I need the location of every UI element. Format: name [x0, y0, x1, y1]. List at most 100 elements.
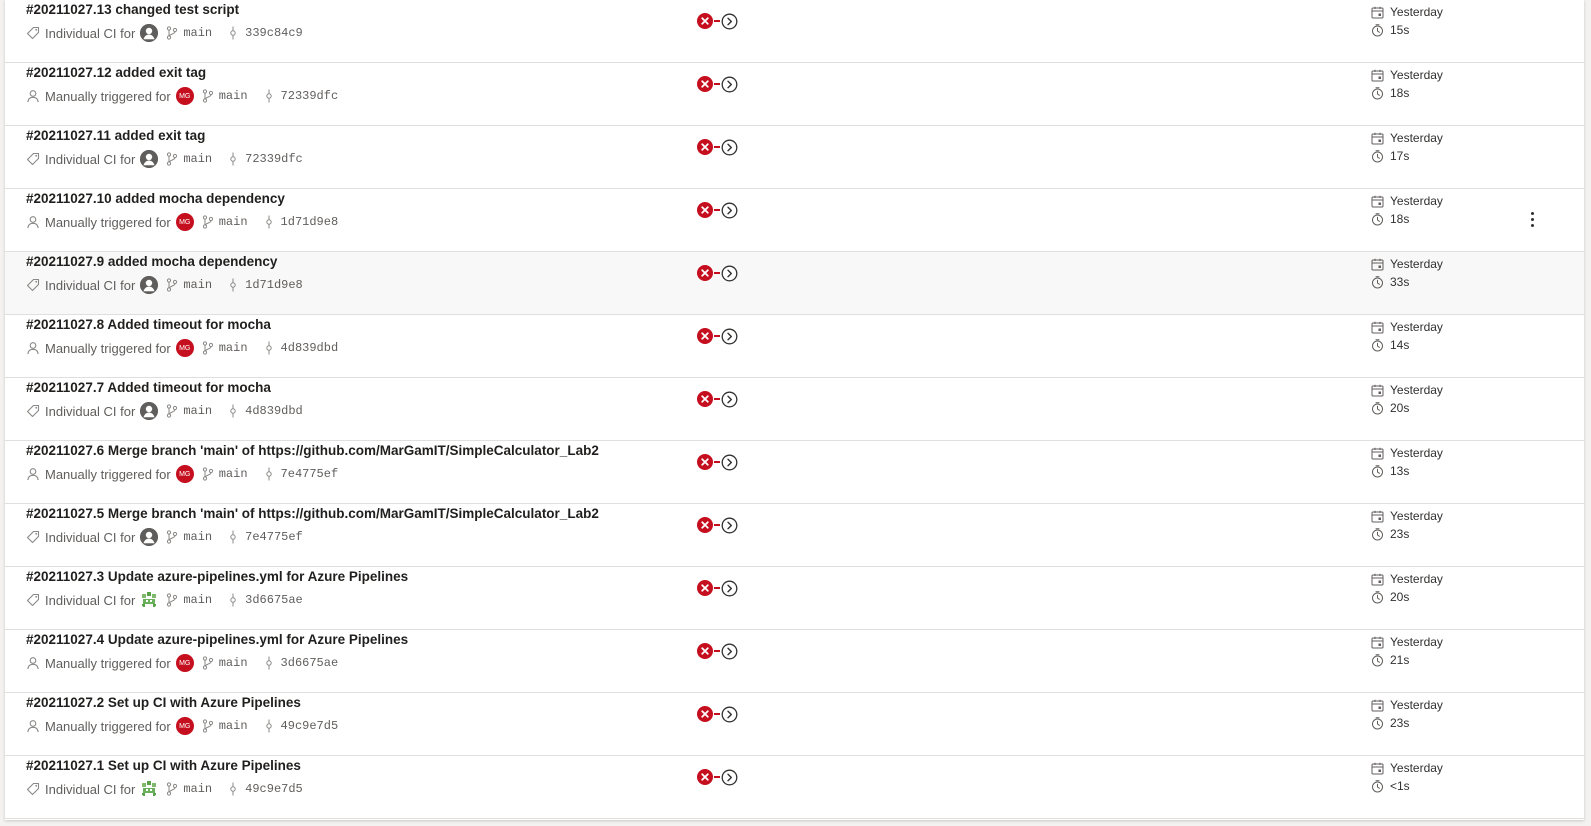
stage-status[interactable] [697, 200, 738, 220]
avatar[interactable] [140, 150, 159, 168]
branch-name[interactable]: main [219, 215, 248, 229]
commit-hash[interactable]: 3d6675ae [281, 656, 339, 670]
branch-name[interactable]: main [183, 593, 212, 607]
run-row[interactable]: #20211027.9 added mocha dependency Indivi… [5, 252, 1584, 315]
branch-name[interactable]: main [183, 782, 212, 796]
stage-status[interactable] [697, 452, 738, 472]
failed-icon[interactable] [697, 454, 713, 470]
avatar[interactable]: MG [175, 717, 194, 735]
next-stage-icon[interactable] [721, 13, 738, 30]
next-stage-icon[interactable] [721, 580, 738, 597]
avatar[interactable] [140, 402, 159, 420]
commit-hash[interactable]: 1d71d9e8 [281, 215, 339, 229]
stage-status[interactable] [697, 578, 738, 598]
failed-icon[interactable] [697, 580, 713, 596]
failed-icon[interactable] [697, 13, 713, 29]
run-row[interactable]: #20211027.7 Added timeout for mocha Indiv… [5, 378, 1584, 441]
avatar[interactable] [140, 780, 159, 798]
run-row[interactable]: #20211027.1 Set up CI with Azure Pipelin… [5, 756, 1584, 819]
run-title[interactable]: #20211027.12 added exit tag [26, 65, 206, 80]
stage-status[interactable] [697, 641, 738, 661]
failed-icon[interactable] [697, 265, 713, 281]
run-title[interactable]: #20211027.4 Update azure-pipelines.yml f… [26, 632, 408, 647]
avatar[interactable]: MG [175, 654, 194, 672]
stage-status[interactable] [697, 704, 738, 724]
failed-icon[interactable] [697, 517, 713, 533]
run-row[interactable]: #20211027.12 added exit tag Manually trig… [5, 63, 1584, 126]
commit-hash[interactable]: 72339dfc [281, 89, 339, 103]
next-stage-icon[interactable] [721, 202, 738, 219]
run-title[interactable]: #20211027.13 changed test script [26, 2, 239, 17]
run-row[interactable]: #20211027.5 Merge branch 'main' of https… [5, 504, 1584, 567]
stage-status[interactable] [697, 326, 738, 346]
branch-name[interactable]: main [219, 719, 248, 733]
failed-icon[interactable] [697, 139, 713, 155]
stage-status[interactable] [697, 263, 738, 283]
failed-icon[interactable] [697, 328, 713, 344]
branch-name[interactable]: main [183, 530, 212, 544]
branch-name[interactable]: main [183, 152, 212, 166]
next-stage-icon[interactable] [721, 328, 738, 345]
run-row[interactable]: #20211027.10 added mocha dependency Manua… [5, 189, 1584, 252]
run-title[interactable]: #20211027.10 added mocha dependency [26, 191, 285, 206]
branch-name[interactable]: main [219, 467, 248, 481]
run-row[interactable]: #20211027.8 Added timeout for mocha Manua… [5, 315, 1584, 378]
commit-hash[interactable]: 1d71d9e8 [245, 278, 303, 292]
avatar[interactable] [140, 591, 159, 609]
avatar[interactable] [140, 276, 159, 294]
run-row[interactable]: #20211027.6 Merge branch 'main' of https… [5, 441, 1584, 504]
run-title[interactable]: #20211027.1 Set up CI with Azure Pipelin… [26, 758, 301, 773]
next-stage-icon[interactable] [721, 517, 738, 534]
branch-name[interactable]: main [183, 278, 212, 292]
next-stage-icon[interactable] [721, 643, 738, 660]
branch-name[interactable]: main [219, 341, 248, 355]
commit-hash[interactable]: 339c84c9 [245, 26, 303, 40]
avatar[interactable]: MG [175, 213, 194, 231]
next-stage-icon[interactable] [721, 139, 738, 156]
run-title[interactable]: #20211027.2 Set up CI with Azure Pipelin… [26, 695, 301, 710]
next-stage-icon[interactable] [721, 265, 738, 282]
run-title[interactable]: #20211027.11 added exit tag [26, 128, 205, 143]
avatar[interactable]: MG [175, 465, 194, 483]
branch-name[interactable]: main [183, 26, 212, 40]
branch-name[interactable]: main [183, 404, 212, 418]
commit-hash[interactable]: 3d6675ae [245, 593, 303, 607]
run-title[interactable]: #20211027.9 added mocha dependency [26, 254, 277, 269]
commit-hash[interactable]: 72339dfc [245, 152, 303, 166]
stage-status[interactable] [697, 515, 738, 535]
commit-hash[interactable]: 7e4775ef [281, 467, 339, 481]
branch-name[interactable]: main [219, 89, 248, 103]
run-row[interactable]: #20211027.3 Update azure-pipelines.yml f… [5, 567, 1584, 630]
stage-status[interactable] [697, 137, 738, 157]
stage-status[interactable] [697, 11, 738, 31]
avatar[interactable]: MG [175, 87, 194, 105]
run-title[interactable]: #20211027.8 Added timeout for mocha [26, 317, 271, 332]
failed-icon[interactable] [697, 202, 713, 218]
more-actions-icon[interactable] [1525, 209, 1539, 229]
next-stage-icon[interactable] [721, 76, 738, 93]
next-stage-icon[interactable] [721, 769, 738, 786]
next-stage-icon[interactable] [721, 391, 738, 408]
run-row[interactable]: #20211027.13 changed test script Individu… [5, 0, 1584, 63]
commit-hash[interactable]: 7e4775ef [245, 530, 303, 544]
stage-status[interactable] [697, 389, 738, 409]
commit-hash[interactable]: 4d839dbd [245, 404, 303, 418]
run-title[interactable]: #20211027.5 Merge branch 'main' of https… [26, 506, 599, 521]
commit-hash[interactable]: 49c9e7d5 [245, 782, 303, 796]
commit-hash[interactable]: 49c9e7d5 [281, 719, 339, 733]
failed-icon[interactable] [697, 769, 713, 785]
avatar[interactable] [140, 24, 159, 42]
next-stage-icon[interactable] [721, 454, 738, 471]
run-title[interactable]: #20211027.3 Update azure-pipelines.yml f… [26, 569, 408, 584]
run-row[interactable]: #20211027.2 Set up CI with Azure Pipelin… [5, 693, 1584, 756]
branch-name[interactable]: main [219, 656, 248, 670]
stage-status[interactable] [697, 767, 738, 787]
stage-status[interactable] [697, 74, 738, 94]
run-title[interactable]: #20211027.6 Merge branch 'main' of https… [26, 443, 599, 458]
run-row[interactable]: #20211027.11 added exit tag Individual CI… [5, 126, 1584, 189]
avatar[interactable] [140, 528, 159, 546]
run-row[interactable]: #20211027.4 Update azure-pipelines.yml f… [5, 630, 1584, 693]
commit-hash[interactable]: 4d839dbd [281, 341, 339, 355]
failed-icon[interactable] [697, 706, 713, 722]
failed-icon[interactable] [697, 391, 713, 407]
